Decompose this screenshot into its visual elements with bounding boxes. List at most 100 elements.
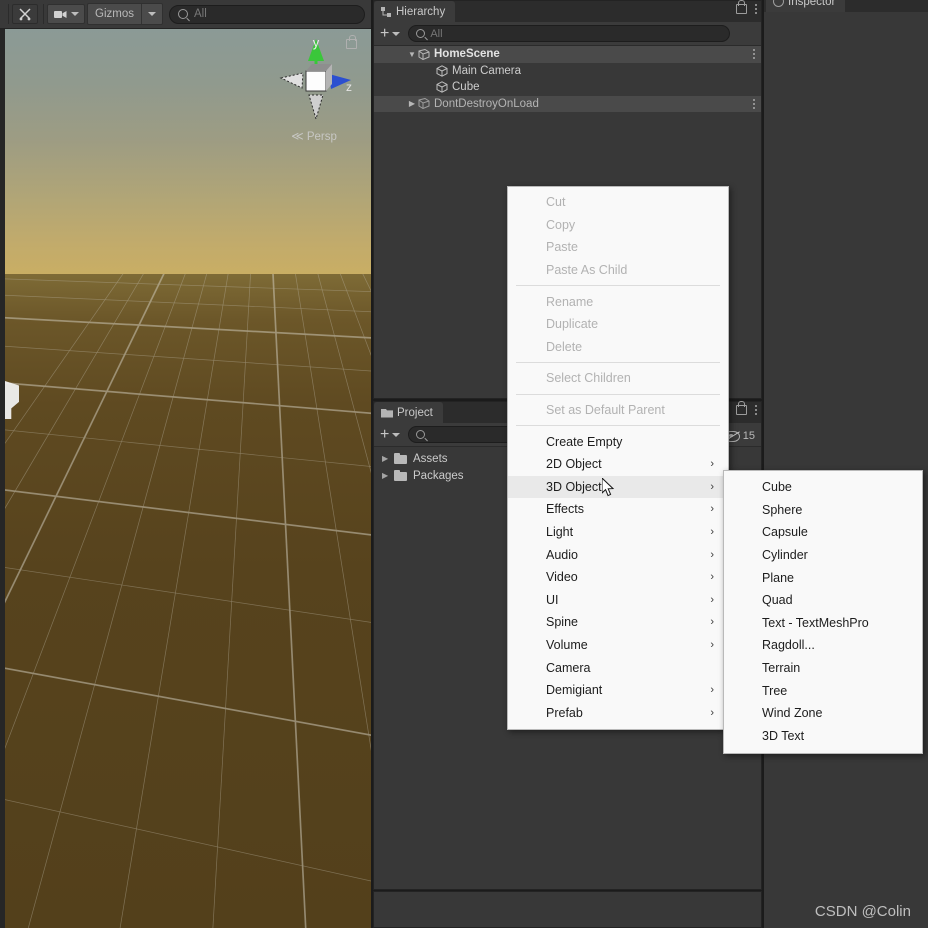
tools-wrench-icon[interactable] bbox=[12, 4, 38, 24]
submenu-item-ragdoll[interactable]: Ragdoll... bbox=[724, 634, 922, 657]
folder-icon bbox=[394, 469, 407, 481]
svg-text:z: z bbox=[346, 80, 352, 94]
menu-item-delete[interactable]: Delete bbox=[508, 336, 728, 359]
menu-item-volume[interactable]: Volume › bbox=[508, 634, 728, 657]
expand-arrow-right-icon[interactable]: ▶ bbox=[406, 99, 418, 108]
kebab-menu-icon[interactable] bbox=[755, 405, 757, 415]
project-add-button[interactable]: + bbox=[380, 425, 404, 443]
toolbar-divider-2 bbox=[43, 4, 44, 24]
menu-item-ui[interactable]: UI › bbox=[508, 589, 728, 612]
menu-separator bbox=[516, 393, 720, 395]
menu-item-spine[interactable]: Spine › bbox=[508, 611, 728, 634]
tab-inspector[interactable]: Inspector bbox=[766, 0, 846, 12]
scene-search-input[interactable]: All bbox=[168, 4, 365, 24]
menu-item-label: Quad bbox=[762, 593, 793, 608]
menu-item-set-as-default-parent[interactable]: Set as Default Parent bbox=[508, 399, 728, 422]
project-tab-icons bbox=[736, 401, 757, 415]
chevron-down-icon bbox=[392, 31, 401, 36]
hierarchy-context-menu[interactable]: Cut Copy Paste Paste As Child Rename Dup… bbox=[507, 186, 729, 731]
hierarchy-icon bbox=[381, 6, 391, 17]
menu-item-label: Text - TextMeshPro bbox=[762, 615, 869, 630]
gizmos-chevron[interactable] bbox=[142, 4, 162, 24]
menu-item-paste-as-child[interactable]: Paste As Child bbox=[508, 259, 728, 282]
submenu-item-tree[interactable]: Tree bbox=[724, 679, 922, 702]
scene-icon bbox=[418, 98, 430, 110]
lock-icon[interactable] bbox=[736, 401, 747, 415]
lock-icon[interactable] bbox=[346, 35, 357, 49]
expand-arrow-down-icon[interactable]: ▼ bbox=[406, 50, 418, 59]
menu-item-label: Volume bbox=[546, 637, 588, 652]
tab-hierarchy[interactable]: Hierarchy bbox=[374, 1, 456, 22]
submenu-item-cylinder[interactable]: Cylinder bbox=[724, 544, 922, 567]
submenu-item-plane[interactable]: Plane bbox=[724, 566, 922, 589]
scene-camera-button[interactable] bbox=[47, 4, 85, 24]
folder-icon bbox=[381, 408, 393, 417]
menu-item-audio[interactable]: Audio › bbox=[508, 543, 728, 566]
hierarchy-row-main-camera[interactable]: Main Camera bbox=[374, 63, 761, 80]
expand-arrow-right-icon[interactable]: ▶ bbox=[382, 454, 394, 463]
hierarchy-search-input[interactable]: All bbox=[408, 25, 731, 42]
tools-wrench-glyph bbox=[19, 8, 31, 21]
menu-item-create-empty[interactable]: Create Empty bbox=[508, 430, 728, 453]
kebab-menu-icon[interactable] bbox=[753, 49, 755, 59]
menu-item-3d-object[interactable]: 3D Object › bbox=[508, 475, 728, 499]
watermark-text: CSDN @Colin bbox=[814, 903, 911, 920]
menu-item-label: Tree bbox=[762, 683, 788, 698]
scene-viewport[interactable]: y z ≪ Persp bbox=[5, 29, 371, 928]
menu-item-effects[interactable]: Effects › bbox=[508, 498, 728, 521]
menu-item-demigiant[interactable]: Demigiant › bbox=[508, 679, 728, 702]
menu-item-video[interactable]: Video › bbox=[508, 566, 728, 589]
lock-icon[interactable] bbox=[736, 0, 747, 14]
menu-separator bbox=[516, 362, 720, 364]
menu-item-light[interactable]: Light › bbox=[508, 521, 728, 544]
chevron-down-icon bbox=[147, 12, 156, 16]
kebab-menu-icon[interactable] bbox=[753, 98, 755, 109]
projection-mode-label[interactable]: ≪ Persp bbox=[273, 129, 355, 143]
menu-item-label: Copy bbox=[546, 217, 576, 232]
menu-item-camera[interactable]: Camera bbox=[508, 656, 728, 679]
hierarchy-row-cube[interactable]: Cube bbox=[374, 79, 761, 96]
menu-item-paste[interactable]: Paste bbox=[508, 236, 728, 259]
submenu-item-wind-zone[interactable]: Wind Zone bbox=[724, 702, 922, 725]
menu-item-prefab[interactable]: Prefab › bbox=[508, 701, 728, 724]
folder-icon bbox=[394, 452, 407, 464]
submenu-item-text-textmeshpro[interactable]: Text - TextMeshPro bbox=[724, 612, 922, 635]
submenu-arrow-icon: › bbox=[710, 548, 714, 561]
submenu-item-capsule[interactable]: Capsule bbox=[724, 521, 922, 544]
svg-text:y: y bbox=[313, 35, 320, 50]
menu-item-select-children[interactable]: Select Children bbox=[508, 367, 728, 390]
menu-item-label: Cylinder bbox=[762, 548, 808, 563]
menu-item-label: Cut bbox=[546, 195, 566, 210]
menu-item-duplicate[interactable]: Duplicate bbox=[508, 313, 728, 336]
scene-icon bbox=[418, 48, 430, 60]
submenu-item-3d-text[interactable]: 3D Text bbox=[724, 725, 922, 748]
menu-item-label: Duplicate bbox=[546, 317, 599, 332]
gizmos-dropdown[interactable]: Gizmos bbox=[87, 3, 163, 25]
persp-text: Persp bbox=[306, 131, 337, 143]
hierarchy-row-homescene[interactable]: ▼ HomeScene bbox=[374, 46, 761, 63]
submenu-arrow-icon: › bbox=[710, 706, 714, 719]
menu-item-rename[interactable]: Rename bbox=[508, 290, 728, 313]
submenu-item-sphere[interactable]: Sphere bbox=[724, 499, 922, 522]
menu-item-label: Paste bbox=[546, 240, 578, 255]
hierarchy-search-placeholder: All bbox=[430, 27, 443, 40]
hierarchy-add-button[interactable]: + bbox=[380, 25, 404, 42]
project-add-label: + bbox=[380, 425, 390, 443]
submenu-arrow-icon: › bbox=[710, 638, 714, 651]
submenu-arrow-icon: › bbox=[710, 571, 714, 584]
submenu-item-terrain[interactable]: Terrain bbox=[724, 657, 922, 680]
hierarchy-row-dontdestroyonload[interactable]: ▶ DontDestroyOnLoad bbox=[374, 95, 761, 112]
menu-item-2d-object[interactable]: 2D Object › bbox=[508, 453, 728, 476]
menu-separator bbox=[516, 285, 720, 287]
scene-orientation-gizmo[interactable]: y z ≪ Persp bbox=[273, 33, 359, 143]
kebab-menu-icon[interactable] bbox=[755, 4, 757, 14]
expand-arrow-right-icon[interactable]: ▶ bbox=[382, 471, 394, 480]
submenu-item-cube[interactable]: Cube bbox=[724, 476, 922, 499]
menu-item-cut[interactable]: Cut bbox=[508, 191, 728, 214]
tab-project[interactable]: Project bbox=[374, 402, 443, 423]
submenu-item-quad[interactable]: Quad bbox=[724, 589, 922, 612]
3d-object-submenu[interactable]: Cube Sphere Capsule Cylinder Plane Quad … bbox=[723, 470, 923, 755]
inspector-panel: Inspector bbox=[764, 0, 928, 928]
menu-item-copy[interactable]: Copy bbox=[508, 214, 728, 237]
menu-item-label: Prefab bbox=[546, 705, 583, 720]
